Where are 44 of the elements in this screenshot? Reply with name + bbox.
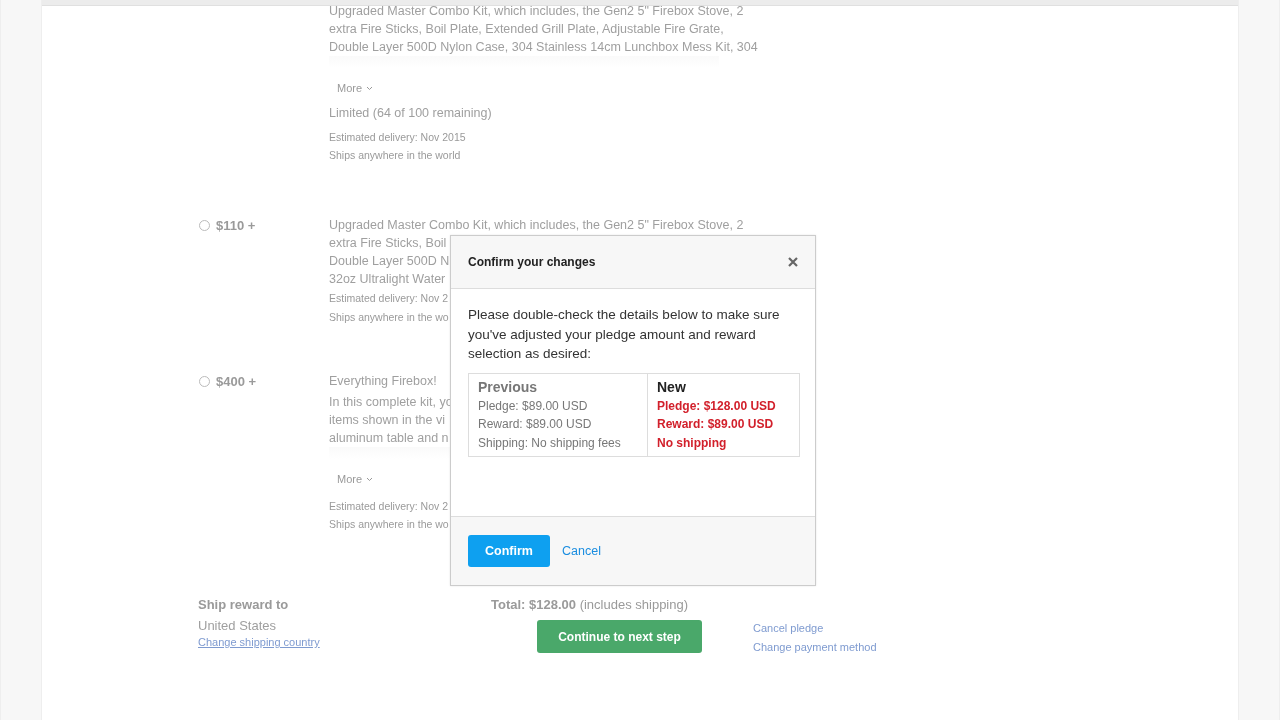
column-heading: Previous bbox=[478, 378, 539, 395]
change-country-link[interactable]: Change shipping country bbox=[198, 633, 320, 652]
more-link[interactable]: More bbox=[337, 473, 374, 485]
continue-button[interactable]: Continue to next step bbox=[537, 620, 702, 653]
delivery-text: Estimated delivery: Nov 2015 bbox=[329, 130, 466, 145]
total-note: (includes shipping) bbox=[579, 597, 689, 612]
reward-description: Double Layer 500D N bbox=[329, 253, 450, 270]
new-value: Reward: $89.00 USD bbox=[657, 416, 775, 433]
reward-amount: $400 + bbox=[216, 373, 257, 389]
shipping-text: Ships anywhere in the world bbox=[329, 148, 461, 163]
reward-description: extra Fire Sticks, Boil bbox=[329, 235, 447, 252]
previous-value: Shipping: No shipping fees bbox=[478, 434, 622, 452]
reward-description: Double Layer 500D Nylon Case, 304 Stainless 14cm Lunchbox Mess Kit, 304 bbox=[329, 39, 758, 56]
delivery-text: Estimated delivery: Nov 2 bbox=[329, 499, 449, 514]
close-icon[interactable] bbox=[788, 257, 798, 267]
previous-value: Pledge: $89.00 USD bbox=[478, 397, 589, 415]
previous-value: Reward: $89.00 USD bbox=[478, 416, 593, 433]
reward-description: items shown in the vi bbox=[329, 412, 446, 429]
ship-label: Ship reward to bbox=[198, 597, 290, 612]
country-text: United States bbox=[198, 618, 277, 633]
cancel-pledge-link[interactable]: Cancel pledge bbox=[753, 619, 824, 638]
column-heading: New bbox=[657, 378, 687, 395]
reward-title: Everything Firebox! bbox=[329, 373, 437, 390]
reward-description: Upgraded Master Combo Kit, which includes, the Gen2 5" Firebox Stove, 2 bbox=[329, 217, 744, 234]
reward-amount: $110 + bbox=[216, 217, 256, 233]
chevron-down-icon bbox=[366, 85, 374, 91]
shipping-text: Ships anywhere in the wo bbox=[329, 517, 449, 532]
shipping-text: Ships anywhere in the wo bbox=[329, 310, 449, 325]
confirm-button[interactable]: Confirm bbox=[468, 535, 550, 567]
reward-description: 32oz Ultralight Water bbox=[329, 271, 446, 288]
dialog-message: Please double-check the details below to make sure you've adjusted your pledge amount and reward selection as desired: bbox=[468, 306, 781, 363]
change-payment-link[interactable]: Change payment method bbox=[753, 638, 877, 657]
new-value: No shipping bbox=[657, 434, 728, 452]
total-amount: Total: $128.00 bbox=[491, 597, 577, 612]
delivery-text: Estimated delivery: Nov 2 bbox=[329, 291, 449, 306]
limit-text: Limited (64 of 100 remaining) bbox=[329, 106, 492, 120]
reward-description: Upgraded Master Combo Kit, which includes, the Gen2 5" Firebox Stove, 2 bbox=[329, 3, 744, 20]
cancel-link[interactable]: Cancel bbox=[562, 544, 601, 558]
dialog-title: Confirm your changes bbox=[468, 255, 596, 269]
chevron-down-icon bbox=[366, 476, 374, 482]
reward-description: extra Fire Sticks, Boil Plate, Extended Grill Plate, Adjustable Fire Grate, bbox=[329, 21, 724, 38]
reward-description: aluminum table and n bbox=[329, 430, 449, 447]
more-link[interactable]: More bbox=[337, 82, 374, 94]
new-value: Pledge: $128.00 USD bbox=[657, 397, 777, 415]
